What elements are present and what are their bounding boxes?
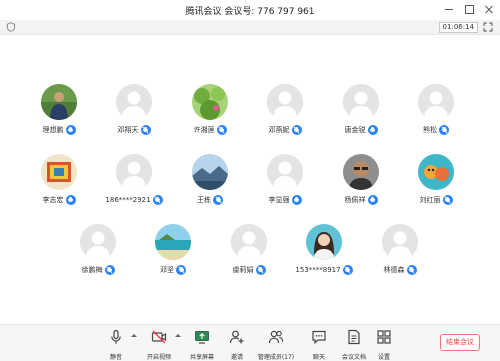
fullscreen-icon[interactable] <box>483 22 493 32</box>
participant-name: 王栋 <box>197 196 211 204</box>
avatar <box>116 154 152 190</box>
share-screen-button[interactable]: 共享屏幕 <box>182 329 222 361</box>
participant-name-row: 熊松 <box>401 125 471 135</box>
participant-name-row: 唐金锐 <box>326 125 396 135</box>
avatar <box>231 224 267 260</box>
window-controls <box>444 4 494 14</box>
participant-name: 许湘莲 <box>193 126 215 134</box>
participant-name: 理想鹏 <box>42 126 64 134</box>
avatar <box>267 154 303 190</box>
document-icon <box>348 329 360 345</box>
participant-name: 虞莉娟 <box>232 266 254 274</box>
participant-name: 刘红丽 <box>419 196 441 204</box>
avatar <box>306 224 342 260</box>
avatar <box>41 154 77 190</box>
participant-name: 153****8917 <box>295 266 341 274</box>
invite-button[interactable]: 邀请 <box>217 329 257 361</box>
mic-icon <box>65 125 76 135</box>
meeting-timer: 01:06:14 <box>438 22 478 33</box>
video-off-icon <box>151 330 167 344</box>
participant-name: 徐鹏梅 <box>81 266 103 274</box>
share-screen-icon <box>195 331 209 344</box>
mic-muted-icon <box>442 195 453 205</box>
chat-button[interactable]: 聊天 <box>299 329 339 361</box>
participant-name-row: 虞莉娟 <box>214 265 284 275</box>
mic-muted-icon <box>406 265 417 275</box>
mic-icon <box>65 195 76 205</box>
participant-name: 唐金锐 <box>344 126 366 134</box>
minimize-button[interactable] <box>444 4 454 14</box>
mic-muted-icon <box>213 195 223 205</box>
mic-icon <box>367 125 378 135</box>
mic-muted-icon <box>255 265 266 275</box>
avatar <box>155 224 191 260</box>
participant-name-row: 刘红丽 <box>401 195 471 205</box>
avatar <box>116 84 152 120</box>
participant-name-row: 邓燕妮 <box>250 125 320 135</box>
shield-icon[interactable] <box>6 22 16 32</box>
participant-name-row: 林德森 <box>365 265 435 275</box>
mic-muted-icon <box>216 125 227 135</box>
mic-muted-icon <box>291 125 302 135</box>
mic-muted-icon <box>176 265 186 275</box>
meeting-toolbar: 静音 开启视频 共享屏幕 邀请 管理成员(17) 聊天 会议文档 设置 结束会议 <box>0 324 500 361</box>
participant-name-row: 李显强 <box>250 195 320 205</box>
settings-button[interactable]: 设置 <box>364 329 404 361</box>
microphone-icon <box>111 329 121 344</box>
settings-icon <box>377 330 391 344</box>
participant-name-row: 邓坚 <box>138 265 208 275</box>
participant-name: 林德森 <box>383 266 405 274</box>
mic-icon <box>291 195 302 205</box>
meeting-info-bar: 01:06:14 <box>0 20 500 35</box>
end-meeting-button[interactable]: 结束会议 <box>440 334 480 351</box>
participant-name: 李志宏 <box>42 196 64 204</box>
manage-members-button[interactable]: 管理成员(17) <box>256 329 296 361</box>
participant-name-row: 徐鹏梅 <box>63 265 133 275</box>
mic-muted-icon <box>140 125 151 135</box>
participant-name: 熊松 <box>423 126 437 134</box>
mic-muted-icon <box>342 265 353 275</box>
participant-name: 186****2921 <box>105 196 151 204</box>
participant-grid: 理想鹏 邓翔天 许湘莲 邓燕妮 唐金锐 熊松李志宏 186****2921 王栋 李显强 杨佩祥 刘… <box>0 34 500 324</box>
avatar <box>267 84 303 120</box>
participant-name-row: 王栋 <box>175 195 245 205</box>
avatar <box>41 84 77 120</box>
window-title: 腾讯会议 会议号: 776 797 961 <box>185 7 315 17</box>
mute-options-arrow[interactable] <box>131 334 137 337</box>
mic-muted-icon <box>152 195 163 205</box>
participant-name-row: 153****8917 <box>289 265 359 275</box>
participant-name-row: 李志宏 <box>24 195 94 205</box>
members-icon <box>268 330 284 344</box>
add-person-icon <box>229 330 244 344</box>
avatar <box>343 154 379 190</box>
avatar <box>418 84 454 120</box>
video-options-arrow[interactable] <box>175 334 181 337</box>
mic-muted-icon <box>439 125 449 135</box>
maximize-button[interactable] <box>464 4 474 14</box>
avatar <box>343 84 379 120</box>
avatar <box>80 224 116 260</box>
participant-name-row: 邓翔天 <box>99 125 169 135</box>
chat-icon <box>312 330 326 345</box>
avatar <box>418 154 454 190</box>
participant-name-row: 许湘莲 <box>175 125 245 135</box>
mic-icon <box>367 195 378 205</box>
mute-button[interactable]: 静音 <box>96 329 136 361</box>
participant-name: 邓坚 <box>160 266 174 274</box>
avatar <box>192 84 228 120</box>
video-button[interactable]: 开启视频 <box>139 329 179 361</box>
participant-name-row: 186****2921 <box>99 195 169 205</box>
participant-name-row: 理想鹏 <box>24 125 94 135</box>
close-button[interactable] <box>484 4 494 14</box>
participant-name: 李显强 <box>268 196 290 204</box>
participant-name-row: 杨佩祥 <box>326 195 396 205</box>
participant-name: 杨佩祥 <box>344 196 366 204</box>
avatar <box>192 154 228 190</box>
avatar <box>382 224 418 260</box>
participant-name: 邓翔天 <box>117 126 139 134</box>
participant-name: 邓燕妮 <box>268 126 290 134</box>
title-bar: 腾讯会议 会议号: 776 797 961 <box>0 0 500 20</box>
mic-muted-icon <box>104 265 115 275</box>
